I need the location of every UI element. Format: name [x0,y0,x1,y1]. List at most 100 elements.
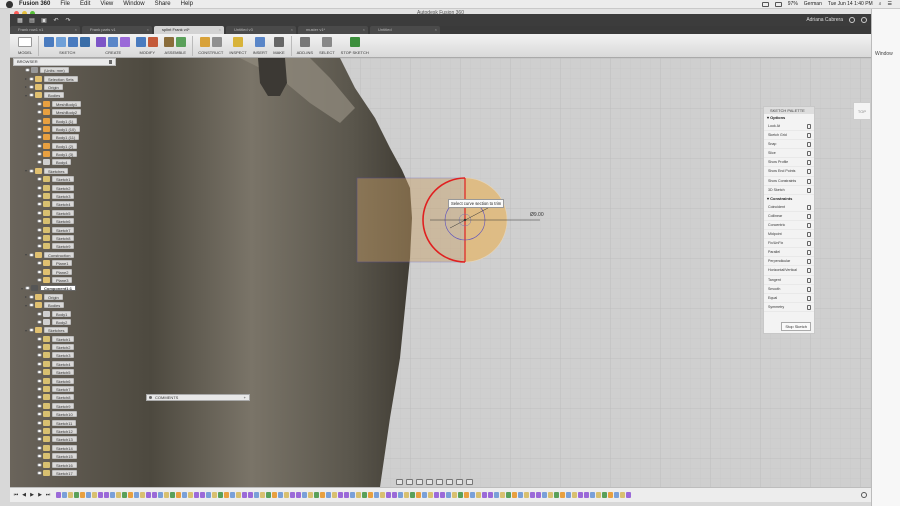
menu-help[interactable]: Help [181,1,193,7]
browser-node[interactable]: ▾ Sketches [13,326,116,334]
timeline-feature-icon[interactable] [500,492,505,498]
timeline-feature-icon[interactable] [260,492,265,498]
browser-node-label[interactable]: Body1 (2) [52,142,78,149]
timeline-feature-icon[interactable] [212,492,217,498]
visibility-eye-icon[interactable] [37,370,42,375]
timeline-feature-icon[interactable] [74,492,79,498]
timeline-feature-icon[interactable] [506,492,511,498]
timeline-feature-icon[interactable] [578,492,583,498]
document-tab-0[interactable]: Frank row1 v1 × [10,26,80,34]
timeline-feature-icon[interactable] [266,492,271,498]
document-tab-1[interactable]: Frank parts v1 × [82,26,152,34]
browser-node[interactable]: Sketch12 [13,427,116,435]
ribbon-tool-icon[interactable] [211,37,222,47]
center-point[interactable] [463,218,467,222]
visibility-eye-icon[interactable] [37,353,42,358]
search-icon[interactable]: ⌕ [879,1,882,7]
timeline-feature-icon[interactable] [476,492,481,498]
browser-node-label[interactable]: Sketches [44,327,69,334]
timeline-feature-icon[interactable] [176,492,181,498]
browser-node[interactable]: Sketch9 [13,242,116,250]
browser-node[interactable]: Plane3 [13,276,116,284]
zoom-icon[interactable] [426,479,433,485]
visibility-eye-icon[interactable] [37,319,42,324]
visibility-eye-icon[interactable] [37,403,42,408]
timeline-feature-icon[interactable] [116,492,121,498]
timeline-feature-icon[interactable] [596,492,601,498]
visibility-eye-icon[interactable] [37,336,42,341]
visibility-eye-icon[interactable] [37,101,42,106]
pan-icon[interactable] [416,479,423,485]
timeline-feature-icon[interactable] [452,492,457,498]
visibility-eye-icon[interactable] [37,387,42,392]
display-settings-icon[interactable] [446,479,453,485]
visibility-eye-icon[interactable] [37,437,42,442]
close-tab-icon[interactable]: × [75,26,77,34]
stop-sketch-button[interactable]: Stop Sketch [781,322,811,331]
browser-node-label[interactable]: Body1 (1) [52,117,78,124]
timeline-feature-icon[interactable] [446,492,451,498]
browser-node[interactable]: Sketch3 [13,351,116,359]
browser-node[interactable]: Sketch8 [13,234,116,242]
timeline-feature-icon[interactable] [602,492,607,498]
visibility-eye-icon[interactable] [37,236,42,240]
browser-node[interactable]: Body1 (10) [13,125,116,133]
timeline-feature-icon[interactable] [548,492,553,498]
timeline-feature-icon[interactable] [386,492,391,498]
browser-node[interactable]: Body4 [13,158,116,166]
ribbon-tool-icon[interactable] [164,37,175,47]
option-3d-sketch[interactable]: 3D Sketch [764,186,814,195]
option-show-constraints[interactable]: Show Constraints [764,177,814,186]
timeline-feature-icon[interactable] [302,492,307,498]
visibility-eye-icon[interactable] [37,185,42,190]
timeline-feature-icon[interactable] [206,492,211,498]
ribbon-tool-icon[interactable] [321,37,332,47]
palette-row-icon[interactable] [807,151,811,157]
browser-node[interactable]: Sketch5 [13,209,116,217]
palette-row-icon[interactable] [807,142,811,148]
browser-node-label[interactable]: Plane2 [52,268,73,275]
timeline-feature-icon[interactable] [482,492,487,498]
ribbon-tool-icon[interactable] [108,37,119,47]
option-show-profile[interactable]: Show Profile [764,158,814,168]
timeline-feature-icon[interactable] [626,492,631,498]
visibility-eye-icon[interactable] [37,420,42,425]
timeline-feature-icon[interactable] [392,492,397,498]
browser-node[interactable]: Body1 (2) [13,142,116,150]
browser-node-label[interactable]: Construction [44,251,75,258]
browser-node[interactable]: Sketch3 [13,192,116,200]
browser-node[interactable]: (Units: mm) [13,66,116,74]
timeline-back-icon[interactable]: ◀ [20,492,28,498]
ribbon-tool-icon[interactable] [299,37,310,47]
timeline-feature-icon[interactable] [236,492,241,498]
timeline-feature-icon[interactable] [470,492,475,498]
visibility-eye-icon[interactable] [25,286,30,291]
visibility-eye-icon[interactable] [37,118,42,123]
palette-row-icon[interactable] [807,241,811,247]
menu-view[interactable]: View [100,1,113,7]
timeline-feature-icon[interactable] [272,492,277,498]
palette-row-icon[interactable] [807,259,811,265]
ribbon-tool-icon[interactable] [233,37,244,47]
menu-app-name[interactable]: Fusion 360 [19,1,50,7]
palette-row-icon[interactable] [807,187,811,193]
timeline-start-icon[interactable]: ⏮ [12,492,20,498]
visibility-eye-icon[interactable] [37,227,42,232]
browser-node-label[interactable]: Sketch9 [52,243,75,250]
timeline-feature-icon[interactable] [230,492,235,498]
browser-node-label[interactable]: Selection Sets [44,75,78,82]
undo-icon[interactable]: ↶ [52,17,60,24]
browser-node-label[interactable]: Plane3 [52,276,73,283]
timeline-feature-icon[interactable] [80,492,85,498]
browser-node-label[interactable]: Body1 (3) [52,151,78,158]
timeline-feature-icon[interactable] [158,492,163,498]
visibility-eye-icon[interactable] [37,110,42,115]
menu-window[interactable]: Window [123,1,144,7]
ribbon-tool-icon[interactable] [120,37,131,47]
browser-node-label[interactable]: (Units: mm) [40,67,69,74]
visibility-eye-icon[interactable] [37,311,42,316]
constraint-coincident[interactable]: Coincident [764,203,814,212]
browser-node[interactable]: Sketch1 [13,335,116,343]
viewcube[interactable]: TOP [853,102,871,120]
timeline-feature-icon[interactable] [56,492,61,498]
